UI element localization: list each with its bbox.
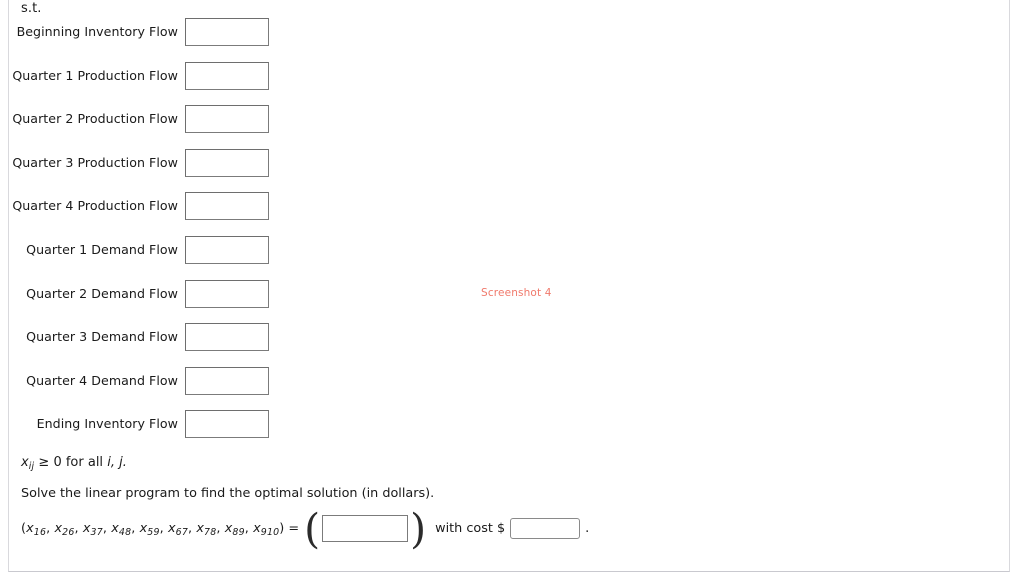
nonnegativity-constraint: xij ≥ 0 for all i, j. — [21, 454, 127, 473]
nonnegativity-indices: i, j. — [107, 455, 127, 470]
tuple-variable-base: x — [54, 520, 63, 536]
tuple-variable: x67 — [167, 520, 188, 539]
constraint-input[interactable] — [185, 235, 269, 264]
tuple-variable-base: x — [196, 520, 205, 536]
constraint-row: Ending Inventory Flow — [9, 410, 269, 454]
tuple-variable-base: x — [111, 520, 119, 536]
constraint-input[interactable] — [185, 148, 269, 177]
tuple-variable-subscript: 16 — [33, 527, 47, 538]
tuple-variable-base: x — [253, 520, 261, 536]
tuple-variable-subscript: 67 — [175, 527, 188, 538]
constraint-input[interactable] — [185, 323, 269, 352]
tuple-variable-subscript: 89 — [232, 527, 245, 538]
cost-answer-input[interactable] — [510, 517, 581, 539]
tuple-variable-subscript: 48 — [118, 527, 132, 538]
nonnegativity-relation: ≥ 0 for all — [38, 455, 104, 470]
constraint-row: Quarter 4 Demand Flow — [9, 366, 269, 411]
tuple-variable: x37 — [82, 520, 103, 539]
tuple-answer-input[interactable] — [322, 514, 409, 542]
tuple-variable: x910 — [253, 520, 280, 539]
constraint-label: Quarter 3 Production Flow — [12, 154, 178, 170]
constraint-input[interactable] — [185, 410, 269, 439]
constraint-label: Quarter 4 Production Flow — [12, 198, 178, 214]
constraint-row: Quarter 3 Production Flow — [9, 148, 269, 193]
constraint-row: Quarter 1 Demand Flow — [9, 235, 269, 280]
constraint-label: Quarter 1 Production Flow — [12, 67, 178, 83]
tuple-variable-subscript: 37 — [90, 527, 103, 538]
equals-sign: = — [288, 520, 300, 536]
constraint-input[interactable] — [185, 61, 269, 90]
constraint-row: Beginning Inventory Flow — [9, 18, 269, 62]
constraint-label: Beginning Inventory Flow — [16, 24, 178, 39]
tuple-variable: x48 — [111, 520, 132, 539]
tuple-variable: x16 — [26, 520, 47, 539]
constraint-list: Beginning Inventory Flow Quarter 1 Produc… — [9, 18, 269, 454]
constraint-input[interactable] — [185, 279, 269, 308]
tuple-variable-subscript: 59 — [147, 527, 160, 538]
tuple-variable-base: x — [26, 520, 34, 536]
with-cost-label: with cost $ — [435, 520, 506, 536]
tuple-variable-subscript: 910 — [260, 527, 280, 538]
tuple-variable-subscript: 26 — [62, 527, 75, 538]
constraint-label: Ending Inventory Flow — [36, 416, 178, 432]
constraint-row: Quarter 1 Production Flow — [9, 61, 269, 106]
constraint-row: Quarter 2 Demand Flow — [9, 279, 269, 324]
constraint-input[interactable] — [185, 366, 269, 395]
constraint-row: Quarter 2 Production Flow — [9, 105, 269, 149]
trailing-period: . — [585, 520, 590, 536]
constraint-label: Quarter 2 Production Flow — [12, 111, 178, 127]
tuple-variable: x26 — [54, 520, 75, 539]
tuple-variable-base: x — [167, 520, 176, 536]
constraint-input[interactable] — [185, 192, 269, 221]
constraint-row: Quarter 4 Production Flow — [9, 192, 269, 236]
variable-tuple: (x16, x26, x37, x48, x59, x67, x78, x89,… — [21, 520, 285, 539]
nonnegativity-variable: xij — [21, 455, 35, 472]
answer-row: (x16, x26, x37, x48, x59, x67, x78, x89,… — [21, 505, 590, 553]
constraint-input[interactable] — [185, 18, 269, 46]
tuple-variable: x78 — [196, 520, 217, 539]
screenshot-watermark: Screenshot 4 — [481, 287, 552, 299]
constraint-label: Quarter 3 Demand Flow — [26, 329, 178, 345]
tuple-variable-base: x — [82, 520, 91, 536]
constraint-input[interactable] — [185, 105, 269, 134]
constraint-label: Quarter 1 Demand Flow — [26, 241, 178, 257]
tuple-variable: x59 — [140, 521, 160, 539]
instruction-text: Solve the linear program to find the opt… — [21, 486, 435, 501]
tuple-variable: x89 — [225, 521, 245, 539]
constraint-row: Quarter 3 Demand Flow — [9, 323, 269, 367]
subject-to-label: s.t. — [21, 1, 42, 16]
constraint-label: Quarter 4 Demand Flow — [26, 372, 178, 388]
tuple-variable-subscript: 78 — [204, 527, 217, 538]
constraint-label: Quarter 2 Demand Flow — [26, 285, 178, 301]
